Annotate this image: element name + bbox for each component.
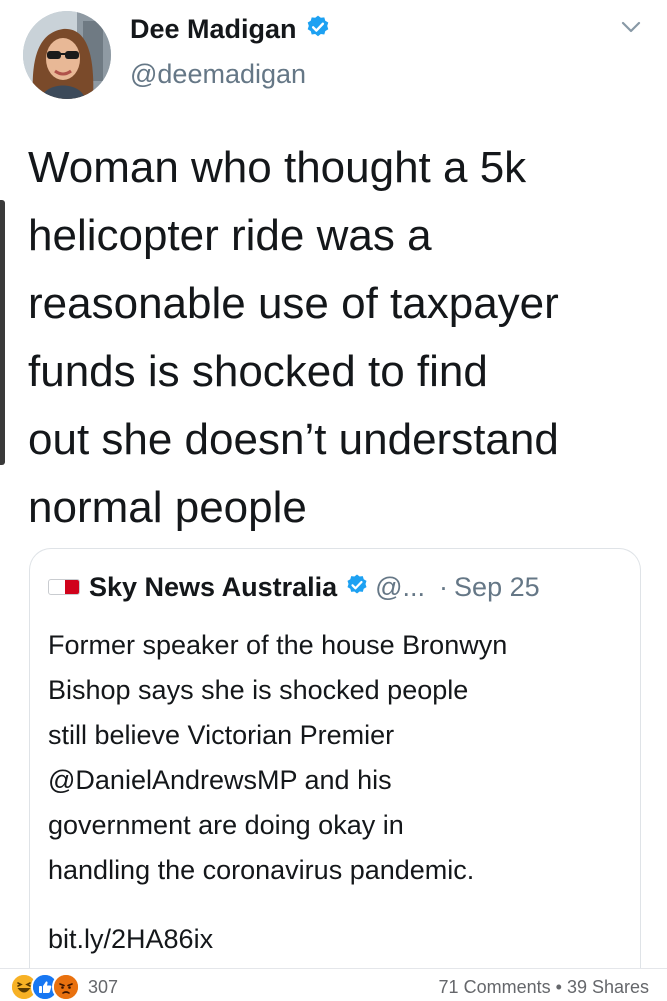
quoted-tweet-text: Former speaker of the house Bronwyn Bish… [48, 630, 508, 885]
scroll-indicator[interactable] [0, 200, 5, 465]
quoted-tweet-header: Sky News Australia @... · Sep 25 [48, 567, 624, 607]
quoted-tweet-link[interactable]: bit.ly/2HA86ix [48, 917, 213, 962]
chevron-down-icon[interactable] [620, 16, 642, 38]
quoted-tweet-card[interactable]: Sky News Australia @... · Sep 25 Former … [29, 548, 641, 968]
verified-badge-icon [345, 573, 369, 602]
avatar[interactable] [23, 11, 111, 99]
author-row: Dee Madigan [130, 14, 331, 45]
shares-count[interactable]: 39 Shares [567, 977, 649, 997]
quoted-author-handle[interactable]: @... [375, 572, 425, 603]
author-name[interactable]: Dee Madigan [130, 14, 297, 45]
stats-separator: • [555, 977, 562, 997]
reaction-count[interactable]: 307 [88, 977, 118, 998]
angry-reaction-icon [52, 973, 80, 1001]
social-stats: 71 Comments • 39 Shares [439, 977, 649, 998]
footer-divider [0, 968, 667, 969]
quoted-tweet-date[interactable]: Sep 25 [454, 572, 540, 603]
sky-news-logo-icon [48, 579, 80, 595]
comments-count[interactable]: 71 Comments [439, 977, 551, 997]
separator-dot: · [439, 571, 449, 602]
avatar-photo [23, 11, 111, 99]
author-handle[interactable]: @deemadigan [130, 59, 306, 90]
quoted-author-name[interactable]: Sky News Australia [89, 572, 337, 603]
reactions-summary[interactable]: 307 [10, 973, 118, 1001]
tweet-text: Woman who thought a 5k helicopter ride w… [28, 143, 559, 532]
verified-badge-icon [305, 14, 331, 45]
